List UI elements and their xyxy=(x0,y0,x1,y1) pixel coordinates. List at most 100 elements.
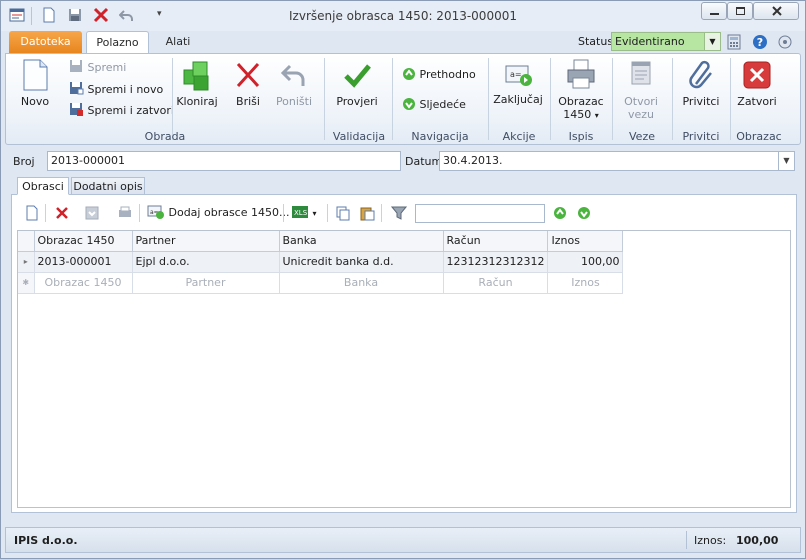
chevron-down-icon: ▾ xyxy=(312,209,317,218)
ribbon-options-icon[interactable] xyxy=(778,35,792,49)
undo-icon xyxy=(280,64,305,86)
printer-icon xyxy=(567,59,595,89)
provjeri-label: Provjeri xyxy=(336,95,378,108)
chevron-down-icon[interactable]: ▼ xyxy=(704,33,720,50)
grid-search-input[interactable] xyxy=(415,204,545,223)
delete-icon[interactable] xyxy=(55,206,69,220)
row-pointer-icon: ▸ xyxy=(18,251,35,273)
broj-input[interactable]: 2013-000001 xyxy=(47,151,401,171)
column-header[interactable]: Partner xyxy=(132,231,280,252)
move-down-icon[interactable] xyxy=(85,206,99,220)
new-row-cell[interactable]: Partner xyxy=(132,272,280,294)
group-obrazac-label: Obrazac xyxy=(736,130,782,143)
zakljucaj-button[interactable]: a= Zaključaj xyxy=(492,62,544,106)
tab-dodatni-opis[interactable]: Dodatni opis xyxy=(71,177,145,195)
brisi-button[interactable]: Briši xyxy=(230,58,266,108)
tab-datoteka[interactable]: Datoteka xyxy=(9,31,82,53)
arrow-down-icon xyxy=(403,98,415,110)
filter-icon[interactable] xyxy=(391,205,407,221)
new-row-cell[interactable]: Obrazac 1450 xyxy=(34,272,133,294)
search-prev-icon[interactable] xyxy=(553,206,567,220)
obrazac-1450-button[interactable]: Obrazac 1450 ▾ xyxy=(556,58,606,121)
calculator-icon[interactable] xyxy=(727,34,741,50)
arrow-up-icon xyxy=(403,68,415,80)
status-label: Status xyxy=(578,35,614,48)
obrasci-grid: Obrazac 1450 Partner Banka Račun Iznos ▸… xyxy=(17,230,791,508)
print-icon[interactable] xyxy=(117,206,133,220)
zatvori-button[interactable]: Zatvori xyxy=(734,58,780,108)
privitci-button[interactable]: Privitci xyxy=(676,58,726,108)
company-name: IPIS d.o.o. xyxy=(14,534,78,547)
obrazac-1450-label-b: 1450 xyxy=(563,108,592,121)
new-row-icon[interactable] xyxy=(25,205,39,221)
checkmark-icon xyxy=(344,64,371,88)
minimize-button[interactable] xyxy=(701,2,727,20)
ribbon-separator xyxy=(172,58,173,140)
ribbon-separator xyxy=(392,58,393,140)
tab-alati[interactable]: Alati xyxy=(153,31,203,53)
otvori-vezu-button[interactable]: Otvori vezu xyxy=(618,58,664,121)
cell-iznos[interactable]: 100,00 xyxy=(547,251,624,273)
paste-icon[interactable] xyxy=(359,205,375,221)
ribbon: Novo Spremi Spremi i novo Spremi i zatvo… xyxy=(5,53,801,145)
ribbon-separator xyxy=(324,58,325,140)
dodaj-obrasce-button[interactable]: a= Dodaj obrasce 1450... xyxy=(147,205,289,221)
clone-icon xyxy=(183,61,209,91)
novo-label: Novo xyxy=(20,95,50,108)
group-ispis-label: Ispis xyxy=(568,130,594,143)
search-next-icon[interactable] xyxy=(577,206,591,220)
obrazac-1450-label-a: Obrazac xyxy=(558,95,604,108)
column-header[interactable]: Banka xyxy=(279,231,444,252)
export-excel-button[interactable]: XLS ▾ xyxy=(291,205,317,219)
kloniraj-button[interactable]: Kloniraj xyxy=(176,58,218,108)
spremi-button[interactable]: Spremi xyxy=(68,58,126,76)
delete-icon xyxy=(236,62,260,88)
new-row-cell[interactable]: Iznos xyxy=(547,272,624,294)
new-row-cell[interactable]: Banka xyxy=(279,272,444,294)
save-new-icon xyxy=(70,82,84,95)
maximize-button[interactable] xyxy=(727,2,753,20)
help-icon[interactable]: ? xyxy=(752,34,768,50)
tab-polazno[interactable]: Polazno xyxy=(86,31,149,53)
datum-input[interactable]: 30.4.2013. ▼ xyxy=(439,151,795,171)
novo-button[interactable]: Novo xyxy=(16,58,54,108)
grid-header-row: Obrazac 1450 Partner Banka Račun Iznos xyxy=(18,231,624,252)
zakljucaj-label: Zaključaj xyxy=(493,93,543,106)
spremi-i-zatvori-label: Spremi i zatvori xyxy=(87,104,174,117)
chevron-down-icon[interactable]: ▼ xyxy=(778,152,794,170)
window-title: Izvršenje obrasca 1450: 2013-000001 xyxy=(289,9,517,23)
close-icon xyxy=(772,6,782,16)
cell-banka[interactable]: Unicredit banka d.d. xyxy=(279,251,444,273)
datum-label: Datum xyxy=(405,155,443,168)
status-bar: IPIS d.o.o. Iznos: 100,00 xyxy=(5,527,801,553)
column-header[interactable]: Račun xyxy=(443,231,549,252)
status-value: Evidentirano xyxy=(615,35,685,48)
provjeri-button[interactable]: Provjeri xyxy=(332,58,382,108)
status-dropdown[interactable]: Evidentirano ▼ xyxy=(611,32,721,51)
add-forms-icon: a= xyxy=(147,205,164,219)
group-veze-label: Veze xyxy=(629,130,655,143)
new-row-cell[interactable]: Račun xyxy=(443,272,549,294)
tab-obrasci[interactable]: Obrasci xyxy=(17,177,69,195)
cell-partner[interactable]: Ejpl d.o.o. xyxy=(132,251,280,273)
svg-text:XLS: XLS xyxy=(294,209,308,217)
save-icon xyxy=(70,60,82,72)
spremi-i-zatvori-button[interactable]: Spremi i zatvori xyxy=(68,101,174,119)
close-button[interactable] xyxy=(753,2,799,20)
zatvori-label: Zatvori xyxy=(737,95,777,108)
prethodno-button[interactable]: Prethodno xyxy=(402,66,476,84)
ponisti-button[interactable]: Poništi xyxy=(274,58,314,108)
copy-icon[interactable] xyxy=(335,205,351,221)
sljedece-button[interactable]: Sljedeće xyxy=(402,96,466,114)
column-header[interactable]: Obrazac 1450 xyxy=(34,231,133,252)
cell-obrazac[interactable]: 2013-000001 xyxy=(34,251,133,273)
table-row[interactable]: ▸ 2013-000001 Ejpl d.o.o. Unicredit bank… xyxy=(18,251,624,273)
new-row[interactable]: ✱ Obrazac 1450 Partner Banka Račun Iznos xyxy=(18,272,624,294)
cell-racun[interactable]: 12312312312312 xyxy=(443,251,549,273)
title-bar: ▾ Izvršenje obrasca 1450: 2013-000001 xyxy=(1,1,805,31)
column-header[interactable]: Iznos xyxy=(547,231,624,252)
lock-document-icon: a= xyxy=(505,65,532,86)
group-privitci-label: Privitci xyxy=(682,130,720,143)
new-document-icon xyxy=(23,59,48,91)
spremi-i-novo-button[interactable]: Spremi i novo xyxy=(68,80,163,98)
